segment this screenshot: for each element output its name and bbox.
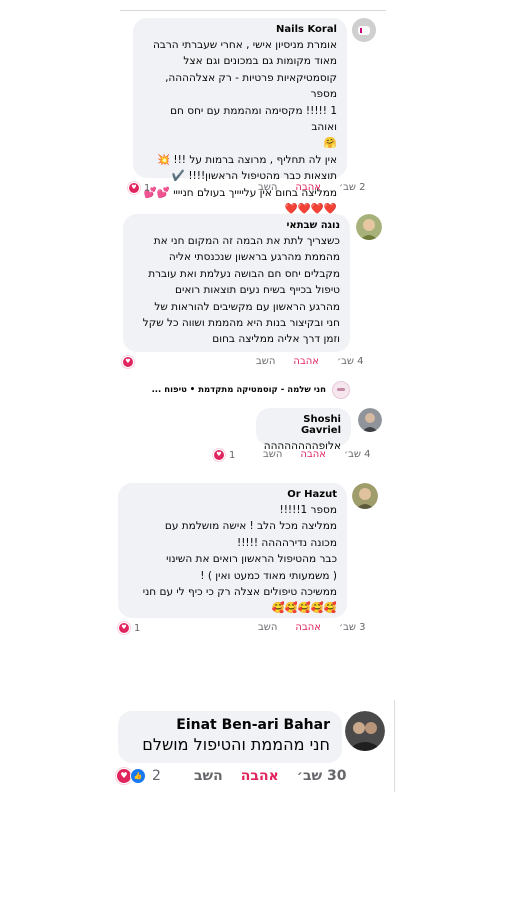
reaction-count[interactable]: ♥ 1 [128,182,150,194]
comment-actions: 4 שב׳ אהבה השב [245,449,371,460]
page-avatar [332,381,350,399]
avatar[interactable] [352,18,376,42]
comment-text: מספר 1!!!!! ממליצה מכל הלב ! אישה מושלמת… [142,504,337,615]
love-button[interactable]: אהבה [295,182,321,193]
love-button[interactable]: אהבה [295,622,321,633]
comment-text: כשצריך לתת את הבמה זה המקום חני את מהממת… [142,235,340,346]
comment-author[interactable]: Einat Ben-ari Bahar [130,717,330,733]
love-button[interactable]: אהבה [293,356,319,367]
love-button[interactable]: אהבה [241,768,279,784]
comment-author[interactable]: Shoshi Gavriel [266,414,341,436]
reaction-count[interactable]: ♥ 1 [118,622,140,634]
comment-time[interactable]: 3 שב׳ [339,622,366,633]
comment-time[interactable]: 30 שב׳ [297,768,347,784]
comment-actions: 3 שב׳ אהבה השב [240,622,366,633]
love-button[interactable]: אהבה [300,449,326,460]
comment-bubble: Einat Ben-ari Bahar חני מהממת והטיפול מו… [118,711,342,763]
reaction-number: 1 [144,182,151,194]
separator-line [120,10,386,11]
avatar[interactable] [356,214,382,240]
comment-actions: 30 שב׳ אהבה השב [176,768,346,784]
reply-button[interactable]: השב [256,356,275,367]
comment-actions: 4 שב׳ אהבה השב [238,356,364,367]
comment-author[interactable]: Nails Koral [143,24,337,35]
comment-time[interactable]: 2 שב׳ [339,182,366,193]
heart-reaction-icon: ♥ [118,622,130,634]
comment-time[interactable]: 4 שב׳ [344,449,371,460]
comment-author[interactable]: Or Hazut [128,489,337,500]
comment-bubble: Shoshi Gavriel אלופהההההההה [256,408,351,452]
reaction-count[interactable]: ♥ 👍 2 [116,768,161,784]
like-reaction-icon: 👍 [130,768,146,784]
reply-button[interactable]: השב [258,622,277,633]
avatar[interactable] [352,483,378,509]
comment-actions: 2 שב׳ אהבה השב [240,182,366,193]
page-reply-preview[interactable]: חני שלמה - קוסמטיקה מתקדמת • טיפוח ... [130,381,350,399]
separator-line [394,700,395,792]
reaction-number: 1 [134,622,141,634]
comment-author[interactable]: נוגה שבתאי [133,220,340,231]
comment-bubble: Or Hazut מספר 1!!!!! ממליצה מכל הלב ! אי… [118,483,347,618]
avatar[interactable] [345,711,385,751]
page-reply-text: חני שלמה - קוסמטיקה מתקדמת • טיפוח ... [151,385,326,395]
comment-time[interactable]: 4 שב׳ [337,356,364,367]
comment-bubble: נוגה שבתאי כשצריך לתת את הבמה זה המקום ח… [123,214,350,352]
avatar[interactable] [358,408,382,432]
heart-reaction-icon: ♥ [128,182,140,194]
heart-reaction-icon: ♥ [213,449,225,461]
comment-text: חני מהממת והטיפול מושלם [142,735,330,754]
reaction-count[interactable]: ♥ 1 [213,449,235,461]
reaction-number: 2 [152,768,161,784]
reaction-number: 1 [229,449,236,461]
reply-button[interactable]: השב [258,182,277,193]
comment-bubble: Nails Koral אומרת מניסיון אישי , אחרי שע… [133,18,347,215]
heart-reaction-icon: ♥ [122,356,134,368]
reply-button[interactable]: השב [194,768,223,784]
reply-button[interactable]: השב [263,449,282,460]
reaction-count[interactable]: ♥ [122,356,134,368]
